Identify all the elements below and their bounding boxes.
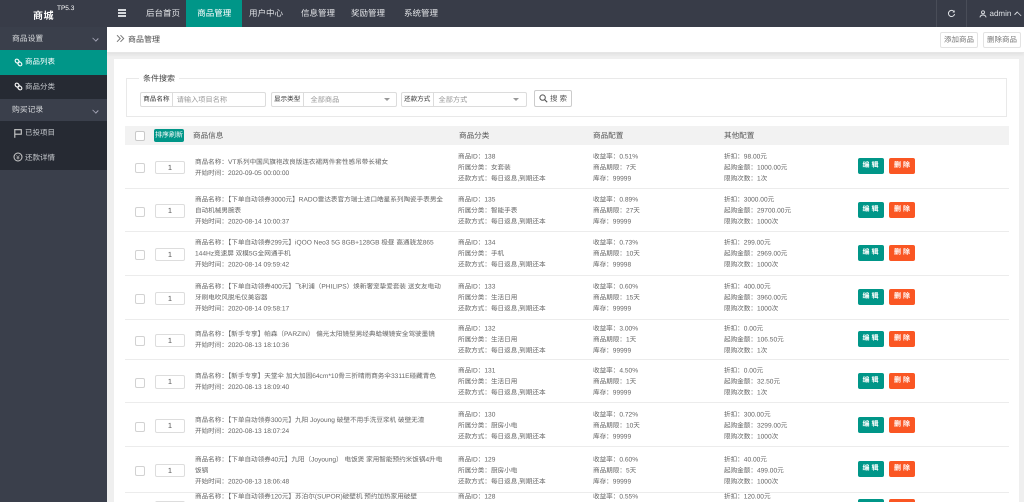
svg-text:¥: ¥ [16, 154, 20, 161]
